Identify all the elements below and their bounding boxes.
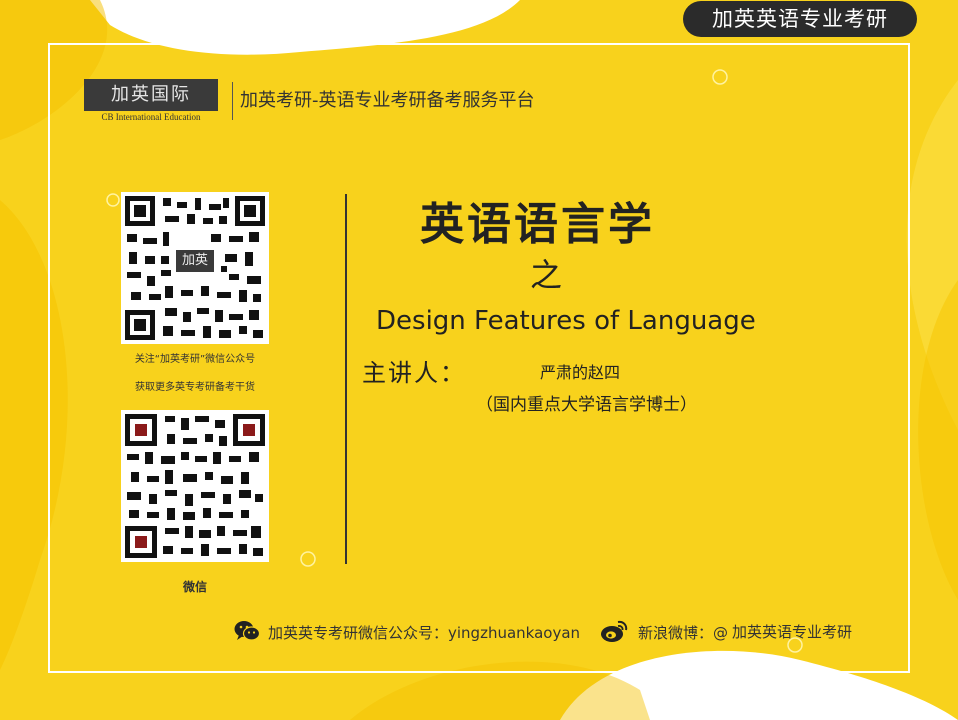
wechat-icon xyxy=(234,621,260,641)
footer-wechat-account: 加英英专考研微信公众号：yingzhuankaoyan xyxy=(268,624,581,642)
qr-caption-line1: 关注“加英考研”微信公众号 xyxy=(134,354,256,365)
weibo-icon xyxy=(601,620,628,642)
speaker-credential: （国内重点大学语言学博士） xyxy=(476,395,697,415)
qr-code-wechat xyxy=(121,410,269,562)
qr-center-logo: 加英 xyxy=(176,250,214,272)
lecture-topic: Design Features of Language xyxy=(376,306,756,336)
qr-code-official-account: 加英 xyxy=(121,192,269,344)
qr-pattern xyxy=(125,414,265,558)
speaker-name: 严肃的赵四 xyxy=(540,363,621,382)
brand-logo: 加英国际 xyxy=(84,79,218,111)
brand-logo-subtitle: CB International Education xyxy=(101,112,201,122)
vertical-divider xyxy=(345,194,347,564)
logo-divider xyxy=(232,82,233,120)
channel-badge: 加英英语专业考研 xyxy=(683,1,917,37)
platform-title: 加英考研-英语专业考研备考服务平台 xyxy=(240,90,535,111)
lecture-title: 英语语言学 xyxy=(420,199,655,250)
footer-weibo-account: 加英英语专业考研 xyxy=(732,623,853,641)
title-connector: 之 xyxy=(530,256,563,294)
footer-weibo-label: 新浪微博：@ xyxy=(638,624,729,642)
qr-caption-line2: 获取更多英专考研备考干货 xyxy=(135,382,255,393)
speaker-label: 主讲人： xyxy=(362,359,466,387)
wechat-label: 微信 xyxy=(182,580,207,594)
